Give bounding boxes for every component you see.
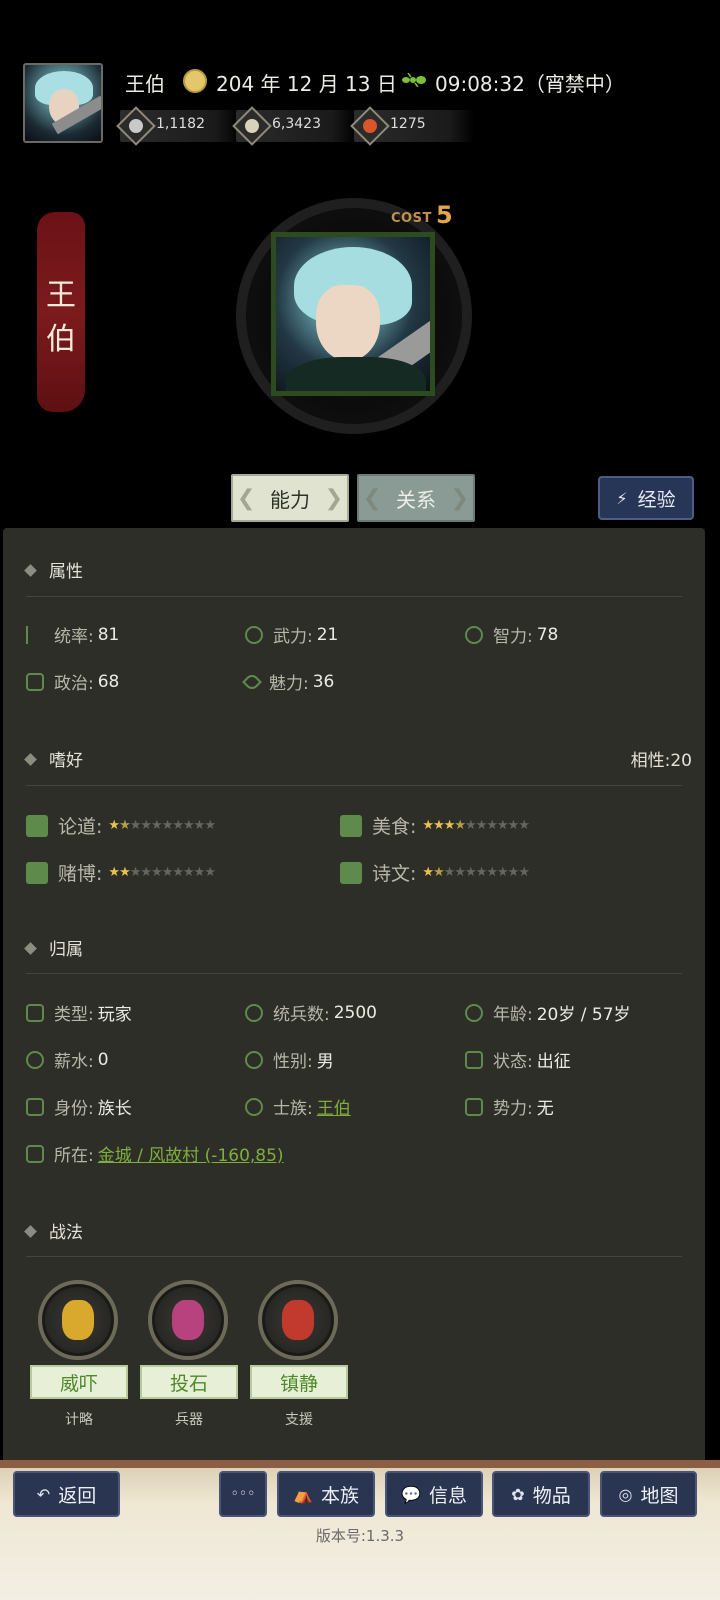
info-location: 所在: 金城 / 风故村 (-160,85): [26, 1141, 284, 1166]
skill-catapult-icon[interactable]: [148, 1280, 228, 1360]
skill-intimidate-icon[interactable]: [38, 1280, 118, 1360]
back-button[interactable]: ↶ 返回: [13, 1471, 120, 1517]
skill-catapult-name[interactable]: 投石: [140, 1365, 238, 1399]
fist-icon: [245, 625, 263, 644]
hobby-stars: ★★★★★★★★★★: [108, 818, 216, 833]
eye-icon: [242, 671, 262, 692]
hobby-debate: 论道: ★★★★★★★★★★: [26, 812, 216, 839]
section-attributes: 属性: [24, 557, 83, 582]
game-date: 204 年 12 月 13 日: [216, 72, 397, 96]
food-icon: [340, 814, 362, 837]
grain-icon: [232, 106, 272, 146]
skill-calm-icon[interactable]: [258, 1280, 338, 1360]
info-status: 状态: 出征: [465, 1047, 571, 1072]
soldier-icon: [245, 1003, 263, 1022]
info-troops: 统兵数: 2500: [245, 1000, 377, 1025]
chat-bubble-icon: 💬: [401, 1484, 421, 1504]
status-icon: [465, 1050, 483, 1069]
calendar-check-icon: [26, 1003, 44, 1022]
yen-icon: [26, 1050, 44, 1069]
affinity-value: 相性:20: [630, 751, 692, 771]
section-tactics: 战法: [24, 1218, 83, 1243]
character-portrait: [271, 232, 435, 396]
stat-charm: 魅力: 36: [242, 669, 334, 694]
hobby-food: 美食: ★★★★★★★★★★: [340, 812, 530, 839]
game-time: 09:08:32（宵禁中）: [435, 72, 625, 96]
person-icon: [26, 1097, 44, 1116]
section-belonging: 归属: [24, 935, 83, 960]
divider: [26, 785, 682, 786]
bottom-bar-edge: [0, 1460, 720, 1468]
items-button[interactable]: ✿ 物品: [492, 1471, 590, 1517]
dice-icon: [26, 861, 48, 884]
clan-button[interactable]: ⛺ 本族: [277, 1471, 375, 1517]
skill-intimidate-type: 计略: [65, 1412, 93, 1428]
location-icon: [26, 1144, 44, 1163]
hobby-poetry: 诗文: ★★★★★★★★★★: [340, 859, 530, 886]
stat-force: 武力: 21: [245, 622, 338, 647]
section-hobbies: 嗜好: [24, 746, 83, 771]
info-type: 类型: 玩家: [26, 1000, 132, 1025]
clan-icon: [245, 1097, 263, 1116]
hobby-stars: ★★★★★★★★★★: [108, 865, 216, 880]
info-gender: 性别: 男: [245, 1047, 334, 1072]
stat-command: 统率: 81: [26, 622, 119, 647]
info-identity: 身份: 族长: [26, 1094, 132, 1119]
brain-icon: [465, 625, 483, 644]
info-button[interactable]: 💬 信息: [385, 1471, 483, 1517]
tab-relation[interactable]: ❮ 关系 ❯: [357, 474, 475, 522]
experience-button[interactable]: ⚡ 经验: [598, 476, 694, 520]
info-faction: 势力: 无: [465, 1094, 554, 1119]
coin-icon: [116, 106, 156, 146]
resource-gem: 1275: [350, 106, 474, 146]
debate-icon: [26, 814, 48, 837]
stat-politics: 政治: 68: [26, 669, 119, 694]
clan-icon: ⛺: [293, 1484, 313, 1504]
skill-calm-name[interactable]: 镇静: [250, 1365, 348, 1399]
info-clan: 士族: 王伯: [245, 1094, 351, 1119]
divider: [26, 596, 682, 597]
back-arrow-icon: ↶: [36, 1484, 51, 1504]
crown-icon: [26, 672, 44, 691]
divider: [26, 1256, 682, 1257]
name-banner: 王 伯: [37, 212, 85, 412]
tab-ability[interactable]: ❮ 能力 ❯: [231, 474, 349, 522]
player-avatar[interactable]: [23, 63, 103, 143]
divider: [26, 973, 682, 974]
flag-icon: [26, 625, 44, 644]
ant-icon: [402, 73, 426, 87]
location-link[interactable]: 金城 / 风故村 (-160,85): [98, 1141, 284, 1166]
version-label: 版本号:1.3.3: [315, 1527, 405, 1545]
player-name: 王伯: [125, 72, 165, 96]
gender-icon: [245, 1050, 263, 1069]
skill-catapult-type: 兵器: [175, 1412, 203, 1428]
clan-link[interactable]: 王伯: [317, 1094, 351, 1119]
skill-calm-type: 支援: [285, 1412, 313, 1428]
info-salary: 薪水: 0: [26, 1047, 109, 1072]
gem-icon: [350, 106, 390, 146]
calendar-icon: [183, 69, 207, 93]
cost-label: COST: [391, 211, 432, 226]
cost-value: 5: [436, 201, 453, 229]
map-button[interactable]: ◎ 地图: [600, 1471, 697, 1517]
skill-intimidate-name[interactable]: 威吓: [30, 1365, 128, 1399]
scroll-icon: [340, 861, 362, 884]
lightning-icon: ⚡: [616, 488, 628, 508]
hobby-gamble: 赌博: ★★★★★★★★★★: [26, 859, 216, 886]
age-icon: [465, 1003, 483, 1022]
more-button[interactable]: ◦◦◦: [219, 1471, 267, 1517]
stat-intelligence: 智力: 78: [465, 622, 558, 647]
bag-icon: ✿: [511, 1484, 525, 1504]
hobby-stars: ★★★★★★★★★★: [422, 818, 530, 833]
hobby-stars: ★★★★★★★★★★: [422, 865, 530, 880]
globe-icon: ◎: [618, 1484, 633, 1504]
info-age: 年龄: 20岁 / 57岁: [465, 1000, 631, 1025]
resource-grain: 6,3423: [232, 106, 356, 146]
faction-icon: [465, 1097, 483, 1116]
resource-coin: 1,1182: [116, 106, 240, 146]
